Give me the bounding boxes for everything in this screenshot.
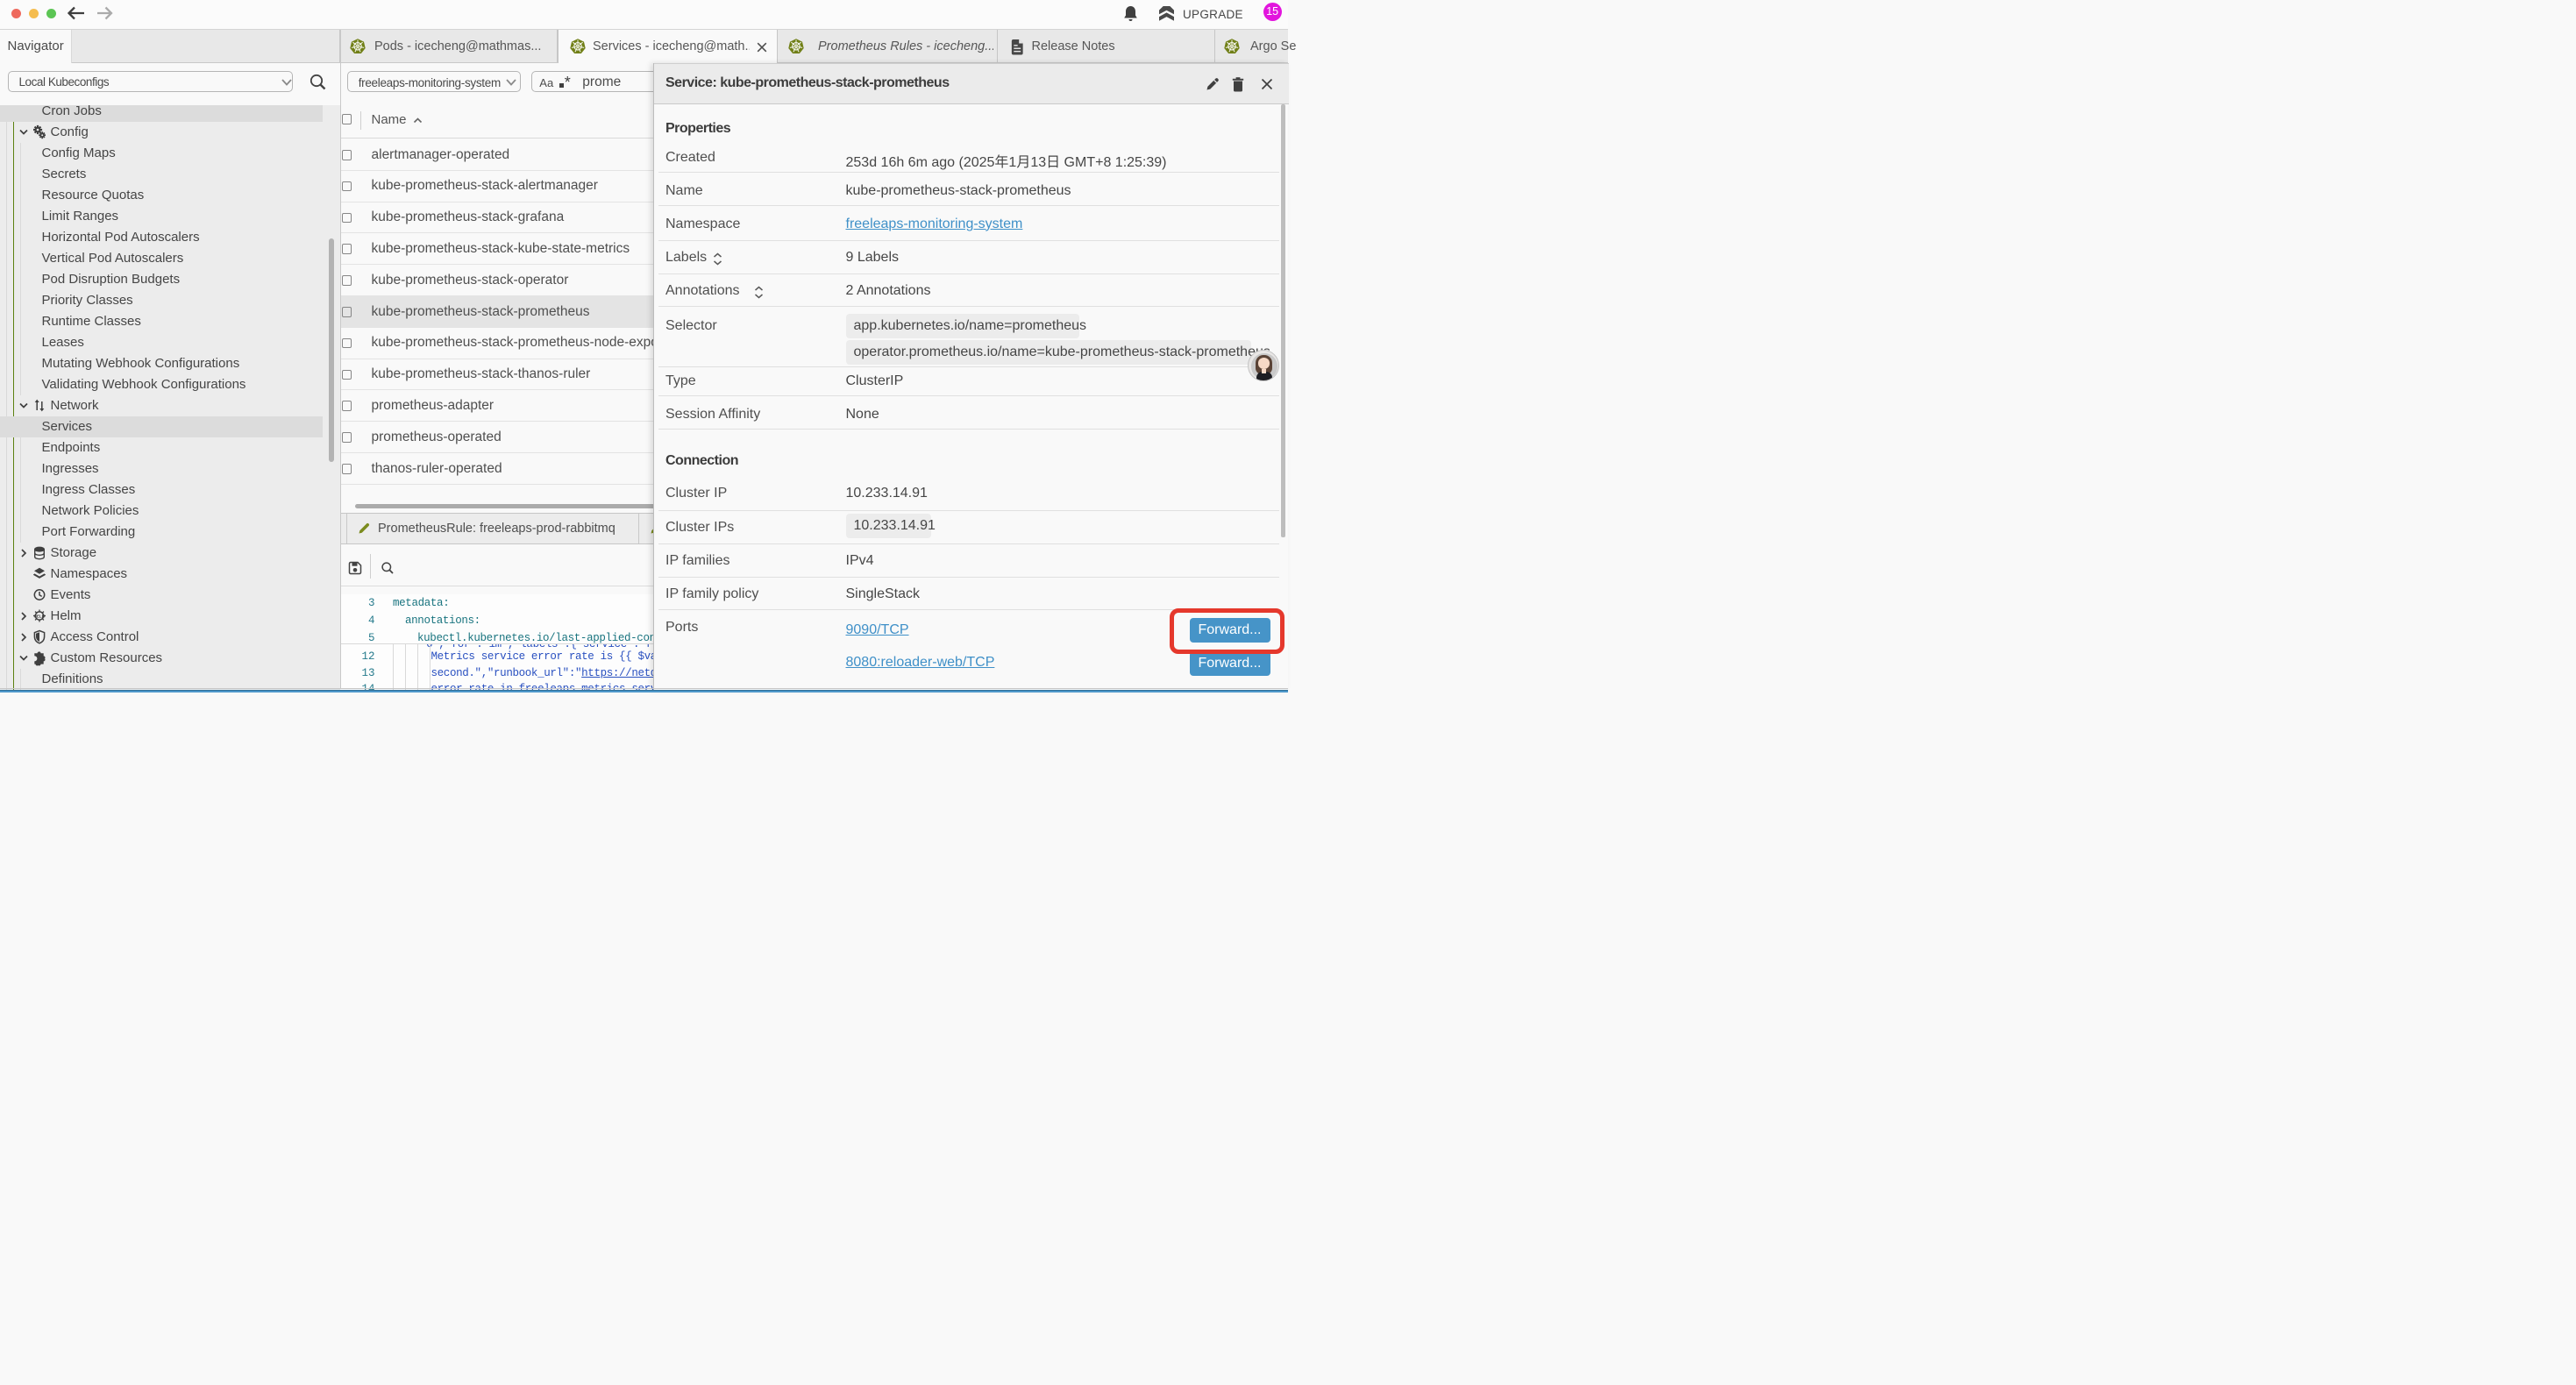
- svg-text:HELM: HELM: [34, 614, 46, 618]
